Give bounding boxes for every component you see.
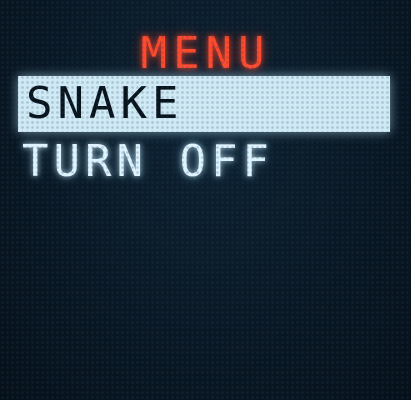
menu-item-turn-off[interactable]: TURN OFF	[22, 134, 274, 190]
led-matrix-screen: MENU SNAKE TURN OFF	[0, 0, 411, 400]
menu-title: MENU	[140, 28, 271, 79]
menu-item-snake[interactable]: SNAKE	[18, 76, 390, 132]
